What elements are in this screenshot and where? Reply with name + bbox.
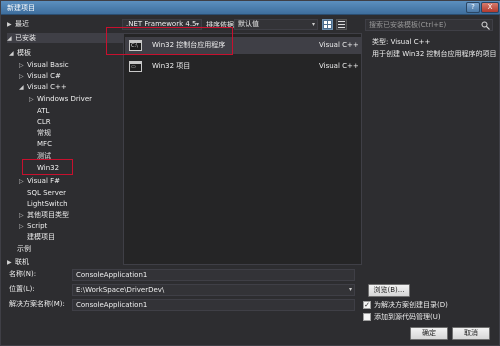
- search-icon[interactable]: [481, 21, 490, 30]
- collapse-arrow-icon: ◢: [9, 50, 14, 57]
- location-value: E:\WorkSpace\DriverDev\: [76, 286, 165, 294]
- tree-item-label: 模板: [17, 49, 31, 57]
- expand-arrow-icon: ▷: [19, 62, 24, 69]
- help-button[interactable]: ?: [466, 2, 480, 13]
- tree-item-templates[interactable]: ◢ 模板: [9, 48, 31, 58]
- location-field[interactable]: E:\WorkSpace\DriverDev\ ▾: [72, 284, 355, 296]
- window-title: 新建项目: [7, 4, 35, 12]
- solution-name-value: ConsoleApplication1: [76, 301, 148, 309]
- template-description: 类型: Visual C++ 用于创建 Win32 控制台应用程序的项目: [365, 33, 497, 265]
- tree-item-label: MFC: [37, 140, 52, 148]
- add-source-control-checkbox[interactable]: [363, 313, 371, 321]
- tree-item-label: 已安装: [15, 34, 36, 42]
- tree-item-atl[interactable]: ATL: [37, 106, 49, 116]
- chevron-down-icon: ▾: [311, 21, 315, 28]
- template-list: C:\ Win32 控制台应用程序 Visual C++ ▭ Win32 项目 …: [106, 27, 362, 265]
- tree-item-other-project-types[interactable]: ▷ 其他项目类型: [19, 210, 69, 220]
- tree-item-visual-fsharp[interactable]: ▷ Visual F#: [19, 176, 60, 186]
- tree-item-label: LightSwitch: [27, 200, 68, 208]
- tree-item-clr[interactable]: CLR: [37, 117, 51, 127]
- browse-button[interactable]: 浏览(B)...: [368, 284, 410, 297]
- close-button[interactable]: X: [481, 2, 499, 13]
- create-directory-label: 为解决方案创建目录(D): [374, 301, 448, 309]
- expand-arrow-icon: ▶: [7, 21, 12, 28]
- name-label: 名称(N):: [9, 270, 37, 278]
- tree-item-label: Visual Basic: [27, 61, 69, 69]
- icon-glyph: ▭: [131, 64, 136, 70]
- template-item-win32-project[interactable]: ▭ Win32 项目 Visual C++: [125, 58, 361, 75]
- new-project-dialog: 新建项目 ? X ▶ 最近 ◢ 已安装 ◢ 模板 ▷ Visual Basic ▷ Vis…: [0, 0, 500, 346]
- tree-item-samples[interactable]: 示例: [17, 244, 31, 254]
- tree-item-modeling-projects[interactable]: 建模项目: [27, 232, 55, 242]
- tree-item-label: 其他项目类型: [27, 211, 69, 219]
- expand-arrow-icon: ▷: [19, 178, 24, 185]
- location-label: 位置(L):: [9, 285, 35, 293]
- tree-item-label: ATL: [37, 107, 50, 115]
- win32-project-icon: ▭: [129, 61, 142, 72]
- cancel-button[interactable]: 取消: [452, 327, 490, 340]
- tree-item-label: Script: [27, 222, 48, 230]
- search-placeholder: 搜索已安装模板(Ctrl+E): [369, 21, 447, 29]
- sort-dropdown[interactable]: 默认值 ▾: [234, 19, 318, 30]
- tree-item-label: 最近: [15, 20, 29, 28]
- tree-item-label: CLR: [37, 118, 51, 126]
- collapse-arrow-icon: ◢: [19, 84, 24, 91]
- tree-item-label: 示例: [17, 245, 31, 253]
- template-language: Visual C++: [319, 41, 359, 49]
- tree-item-label: Visual C#: [27, 72, 61, 80]
- list-view-button[interactable]: [336, 19, 347, 30]
- tree-item-visual-basic[interactable]: ▷ Visual Basic: [19, 60, 69, 70]
- tree-item-label: 联机: [15, 258, 29, 266]
- tree-item-windows-driver[interactable]: ▷ Windows Driver: [29, 94, 92, 104]
- tree-item-general[interactable]: 常规: [37, 128, 51, 138]
- expand-arrow-icon: ▷: [29, 96, 34, 103]
- highlight-box: [22, 159, 73, 175]
- tree-item-visual-cpp[interactable]: ◢ Visual C++: [19, 82, 67, 92]
- tree-item-script[interactable]: ▷ Script: [19, 221, 47, 231]
- project-name-field[interactable]: ConsoleApplication1: [72, 269, 355, 281]
- ok-button[interactable]: 确定: [410, 327, 448, 340]
- tree-item-sql-server[interactable]: SQL Server: [27, 188, 66, 198]
- title-bar: 新建项目 ? X: [1, 1, 500, 15]
- tree-item-visual-csharp[interactable]: ▷ Visual C#: [19, 71, 61, 81]
- expand-arrow-icon: ▷: [19, 212, 24, 219]
- tree-item-label: 常规: [37, 129, 51, 137]
- expand-arrow-icon: ▷: [19, 73, 24, 80]
- tree-item-label: 建模项目: [27, 233, 55, 241]
- list-view-icon: [338, 21, 345, 28]
- solution-name-field[interactable]: ConsoleApplication1: [72, 299, 355, 311]
- template-language: Visual C++: [319, 62, 359, 70]
- tree-item-online[interactable]: ▶ 联机: [7, 257, 29, 267]
- expand-arrow-icon: ▶: [7, 259, 12, 266]
- tree-item-mfc[interactable]: MFC: [37, 139, 52, 149]
- grid-view-icon: [324, 21, 331, 28]
- small-icons-view-button[interactable]: [322, 19, 333, 30]
- solution-name-label: 解决方案名称(M):: [9, 300, 65, 308]
- tree-item-label: Windows Driver: [37, 95, 93, 103]
- template-tree: ▶ 最近 ◢ 已安装 ◢ 模板 ▷ Visual Basic ▷ Visual C# ◢ V…: [7, 18, 123, 267]
- template-name: Win32 项目: [152, 62, 191, 70]
- tree-item-label: Visual F#: [27, 177, 61, 185]
- add-source-control-label: 添加到源代码管理(U): [374, 313, 441, 321]
- tree-item-label: SQL Server: [27, 189, 67, 197]
- expand-arrow-icon: ▷: [19, 223, 24, 230]
- create-directory-checkbox[interactable]: ✓: [363, 301, 371, 309]
- highlight-box: [106, 27, 233, 55]
- project-name-value: ConsoleApplication1: [76, 271, 148, 279]
- description-text: 用于创建 Win32 控制台应用程序的项目: [372, 50, 497, 58]
- collapse-arrow-icon: ◢: [7, 35, 12, 42]
- tree-item-recent[interactable]: ▶ 最近: [7, 19, 29, 29]
- sort-value: 默认值: [238, 20, 259, 28]
- description-type: 类型: Visual C++: [372, 38, 431, 46]
- chevron-down-icon: ▾: [348, 286, 352, 293]
- search-templates-input[interactable]: 搜索已安装模板(Ctrl+E): [365, 19, 493, 31]
- tree-item-label: Visual C++: [27, 83, 67, 91]
- tree-item-lightswitch[interactable]: LightSwitch: [27, 199, 68, 209]
